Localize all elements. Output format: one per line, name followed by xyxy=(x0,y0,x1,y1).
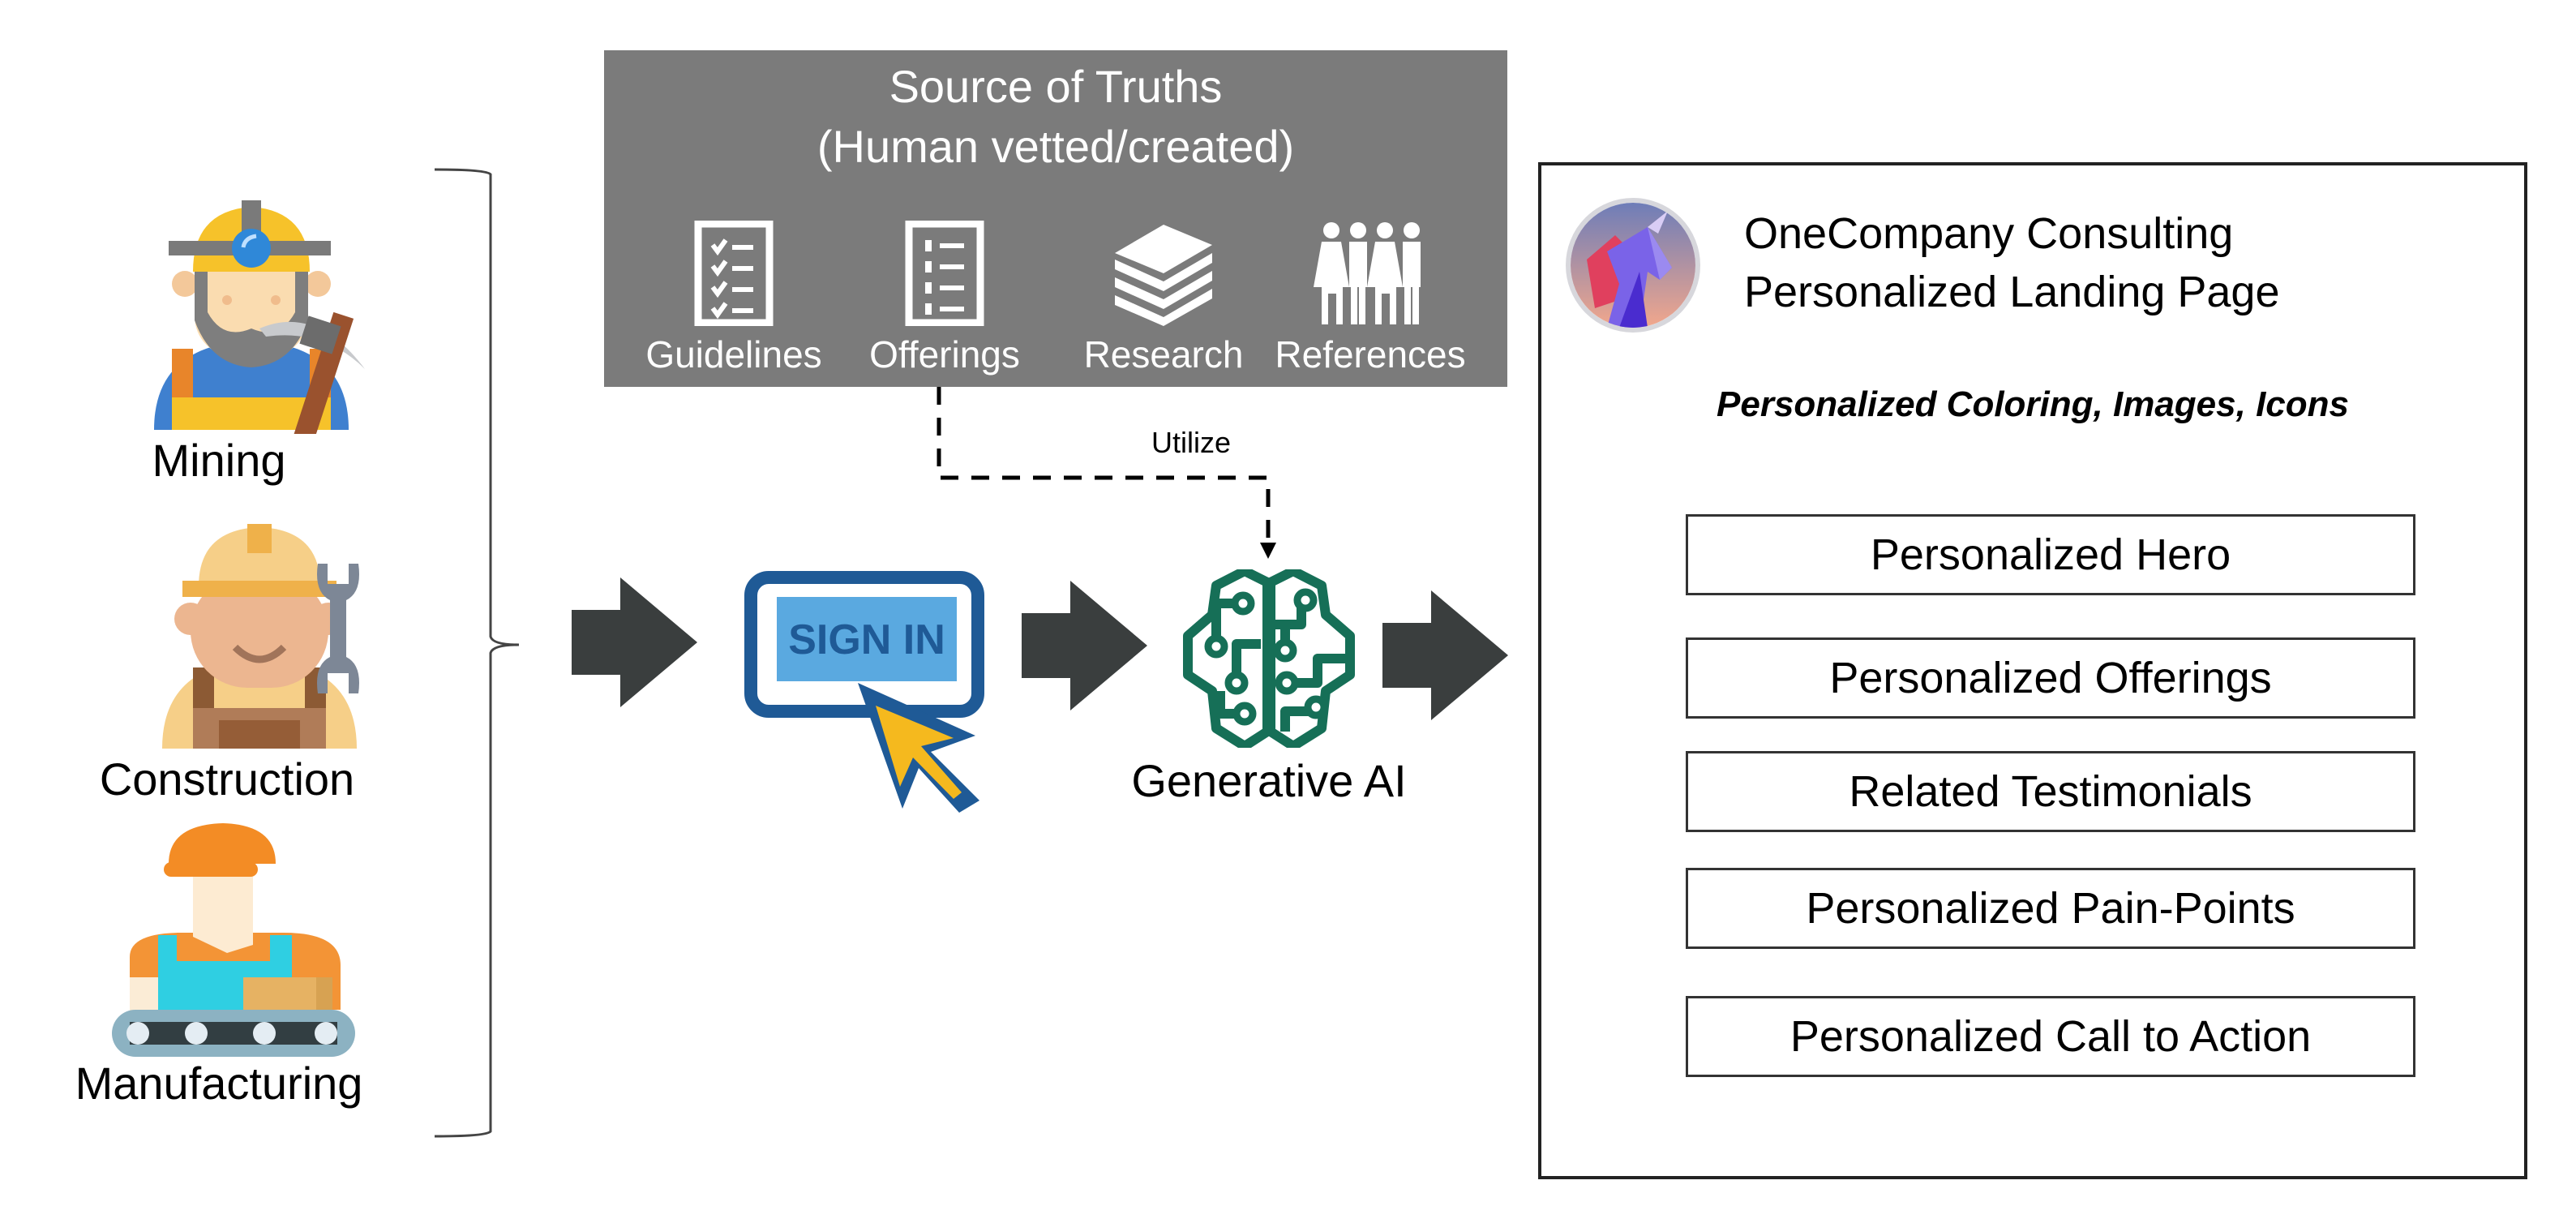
list-icon xyxy=(905,221,984,326)
sign-in-text: SIGN IN xyxy=(788,616,945,663)
factory-worker-icon xyxy=(112,823,355,1057)
industry-label: Manufacturing xyxy=(75,1058,363,1109)
landing-page-title: OneCompany Consulting Personalized Landi… xyxy=(1744,204,2280,321)
section-pain-points: Personalized Pain-Points xyxy=(1686,868,2415,949)
sign-in-click-icon: SIGN IN xyxy=(744,571,984,813)
brace-connector xyxy=(434,168,520,1138)
industry-construction: Construction xyxy=(100,517,381,818)
flow-arrow-3 xyxy=(1382,590,1508,720)
checklist-icon xyxy=(694,221,774,326)
industry-manufacturing: Manufacturing xyxy=(75,815,373,1123)
landing-page-name: Personalized Landing Page xyxy=(1744,268,2280,316)
section-offerings: Personalized Offerings xyxy=(1686,637,2415,719)
sot-title-line1: Source of Truths xyxy=(889,61,1223,112)
generative-ai-step: Generative AI xyxy=(1131,566,1407,813)
sot-item-research: Research xyxy=(1066,221,1261,383)
section-call-to-action: Personalized Call to Action xyxy=(1686,996,2415,1077)
sot-item-label: Offerings xyxy=(869,333,1020,376)
landing-page-subtitle: Personalized Coloring, Images, Icons xyxy=(1717,384,2349,424)
miner-icon xyxy=(154,200,365,434)
sot-item-references: References xyxy=(1273,221,1468,383)
industry-label: Construction xyxy=(99,753,355,805)
unicorn-logo-icon xyxy=(1566,198,1700,333)
sot-item-offerings: Offerings xyxy=(847,221,1042,383)
sot-title-line2: (Human vetted/created) xyxy=(817,121,1295,172)
sot-item-label: References xyxy=(1275,333,1466,376)
section-testimonials: Related Testimonials xyxy=(1686,751,2415,832)
industry-mining: Mining xyxy=(122,191,381,499)
utilize-label: Utilize xyxy=(1151,426,1232,459)
sot-item-label: Guidelines xyxy=(645,333,822,376)
sot-item-guidelines: Guidelines xyxy=(636,221,831,383)
source-of-truths-title: Source of Truths (Human vetted/created) xyxy=(604,57,1507,177)
generative-ai-label: Generative AI xyxy=(1131,755,1407,806)
sign-in-step: SIGN IN xyxy=(744,569,988,813)
flow-arrow-2 xyxy=(1022,581,1147,710)
landing-page-panel: OneCompany Consulting Personalized Landi… xyxy=(1538,162,2527,1179)
people-icon xyxy=(1314,222,1421,324)
section-hero: Personalized Hero xyxy=(1686,514,2415,595)
books-icon xyxy=(1115,225,1212,326)
source-of-truths-panel: Source of Truths (Human vetted/created) … xyxy=(604,50,1507,387)
sot-item-label: Research xyxy=(1083,333,1244,376)
utilize-connector xyxy=(937,387,1276,559)
wrench-icon xyxy=(317,564,359,693)
flow-arrow-1 xyxy=(572,577,697,707)
company-name: OneCompany Consulting xyxy=(1744,209,2234,258)
ai-brain-icon xyxy=(1183,566,1355,751)
industry-label: Mining xyxy=(152,435,286,486)
